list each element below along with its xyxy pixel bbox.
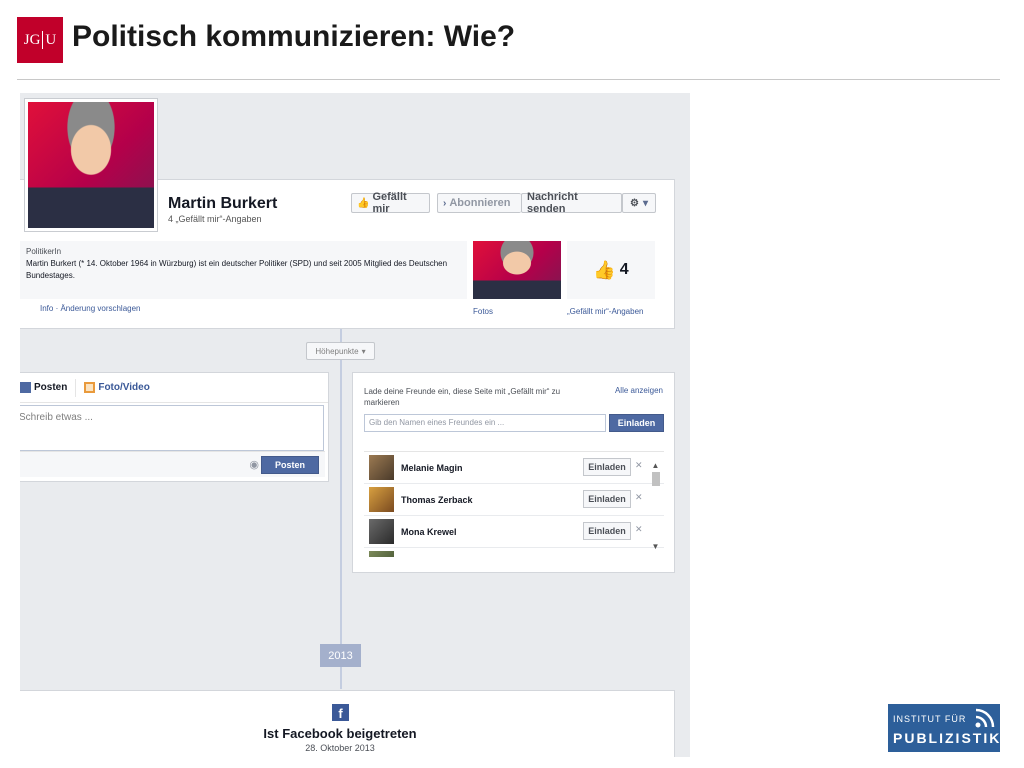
- friend-search-input[interactable]: Gib den Namen eines Freundes ein ...: [364, 414, 606, 432]
- highlights-dropdown[interactable]: Höhepunkte ▾: [306, 342, 375, 360]
- tab-photo-video-label: Foto/Video: [98, 382, 150, 393]
- friend-name[interactable]: Melanie Magin: [401, 463, 463, 473]
- send-message-button[interactable]: Nachricht senden: [521, 191, 622, 215]
- info-links[interactable]: Info · Änderung vorschlagen: [40, 304, 141, 313]
- list-item: Melanie Magin Einladen ✕: [364, 452, 664, 484]
- post-button[interactable]: Posten: [261, 456, 319, 474]
- photos-link[interactable]: Fotos: [473, 307, 493, 316]
- chevron-down-icon[interactable]: ▼: [650, 542, 661, 552]
- avatar: [369, 487, 394, 512]
- friend-name[interactable]: Thomas Zerback: [401, 495, 473, 505]
- post-composer: Posten Foto/Video Schreib etwas ... ◉ Po…: [20, 372, 329, 482]
- subscribe-button[interactable]: › Abonnieren: [437, 193, 521, 213]
- highlights-label: Höhepunkte: [315, 346, 359, 356]
- profile-name[interactable]: Martin Burkert: [168, 195, 277, 213]
- subscribe-button-label: Abonnieren: [449, 197, 511, 209]
- rss-icon: ›: [443, 197, 447, 209]
- jgu-logo: JG U: [17, 17, 63, 63]
- globe-icon[interactable]: ◉: [249, 458, 259, 471]
- send-message-label: Nachricht senden: [527, 191, 578, 215]
- list-item: [364, 548, 664, 557]
- thumbs-up-icon: 👍: [593, 259, 616, 280]
- ifp-logo-line2: PUBLIZISTIK: [893, 730, 1002, 746]
- chevron-down-icon: ▾: [361, 346, 366, 356]
- like-button-label: Gefällt mir: [372, 191, 407, 215]
- ifp-logo: INSTITUT FÜR PUBLIZISTIK: [888, 704, 1000, 752]
- about-box: PolitikerIn Martin Burkert (* 14. Oktobe…: [20, 241, 467, 299]
- close-icon[interactable]: ✕: [635, 492, 643, 503]
- like-button[interactable]: 👍 Gefällt mir: [351, 191, 430, 215]
- invite-friend-button[interactable]: Einladen: [583, 522, 631, 540]
- friend-list-scrollbar[interactable]: ▲ ▼: [650, 461, 661, 557]
- about-text: Martin Burkert (* 14. Oktober 1964 in Wü…: [26, 259, 448, 280]
- close-icon[interactable]: ✕: [635, 524, 643, 535]
- composer-tabs: Posten Foto/Video: [20, 373, 328, 403]
- settings-dropdown-button[interactable]: ⚙ ▾: [622, 193, 656, 213]
- scrollbar-thumb[interactable]: [651, 472, 660, 486]
- invite-button[interactable]: Einladen: [609, 414, 664, 432]
- invite-header: Lade deine Freunde ein, diese Seite mit …: [364, 387, 561, 407]
- broadcast-icon: [975, 708, 995, 728]
- profile-picture[interactable]: [24, 98, 158, 232]
- status-input[interactable]: Schreib etwas ...: [20, 405, 324, 451]
- page-category: PolitikerIn: [26, 247, 62, 256]
- likes-box-count: 4: [619, 261, 629, 278]
- invite-friend-button[interactable]: Einladen: [583, 490, 631, 508]
- friend-list: Melanie Magin Einladen ✕ Thomas Zerback …: [364, 451, 664, 557]
- jgu-logo-left: JG: [23, 31, 41, 48]
- gear-icon: ⚙: [630, 197, 639, 209]
- ifp-logo-line1: INSTITUT FÜR: [893, 714, 967, 724]
- joined-date: 28. Oktober 2013: [305, 743, 375, 753]
- chevron-down-icon: ▾: [642, 197, 648, 209]
- avatar: [369, 551, 394, 557]
- show-all-link[interactable]: Alle anzeigen: [615, 386, 663, 395]
- friend-name[interactable]: Mona Krewel: [401, 527, 457, 537]
- likes-box[interactable]: 👍 4: [567, 241, 655, 299]
- slide-title: Politisch kommunizieren: Wie?: [72, 20, 516, 53]
- close-icon[interactable]: ✕: [635, 460, 643, 471]
- pencil-icon: [20, 382, 31, 393]
- year-marker[interactable]: 2013: [320, 644, 361, 667]
- photos-thumbnail[interactable]: [473, 241, 561, 299]
- thumbs-up-icon: 👍: [357, 197, 370, 209]
- likes-link[interactable]: „Gefällt mir“-Angaben: [567, 307, 643, 316]
- joined-title: Ist Facebook beigetreten: [263, 726, 417, 741]
- title-divider: [17, 79, 1000, 80]
- photo-icon: [84, 382, 96, 393]
- likes-count-line: 4 „Gefällt mir“-Angaben: [168, 214, 262, 224]
- tab-post[interactable]: Posten: [20, 382, 75, 393]
- timeline-line: [340, 329, 342, 689]
- invite-friends-box: Lade deine Freunde ein, diese Seite mit …: [352, 372, 675, 573]
- chevron-up-icon[interactable]: ▲: [650, 461, 661, 471]
- list-item: Mona Krewel Einladen ✕: [364, 516, 664, 548]
- composer-footer: ◉ Posten: [20, 451, 325, 477]
- avatar: [369, 455, 394, 480]
- invite-friend-button[interactable]: Einladen: [583, 458, 631, 476]
- facebook-page-screenshot: Martin Burkert 4 „Gefällt mir“-Angaben 👍…: [20, 93, 690, 757]
- joined-facebook-card: f Ist Facebook beigetreten 28. Oktober 2…: [20, 690, 675, 757]
- tab-post-label: Posten: [34, 382, 68, 393]
- tab-photo-video[interactable]: Foto/Video: [84, 382, 157, 393]
- jgu-logo-right: U: [45, 31, 57, 48]
- list-item: Thomas Zerback Einladen ✕: [364, 484, 664, 516]
- facebook-icon: f: [332, 704, 349, 721]
- avatar: [369, 519, 394, 544]
